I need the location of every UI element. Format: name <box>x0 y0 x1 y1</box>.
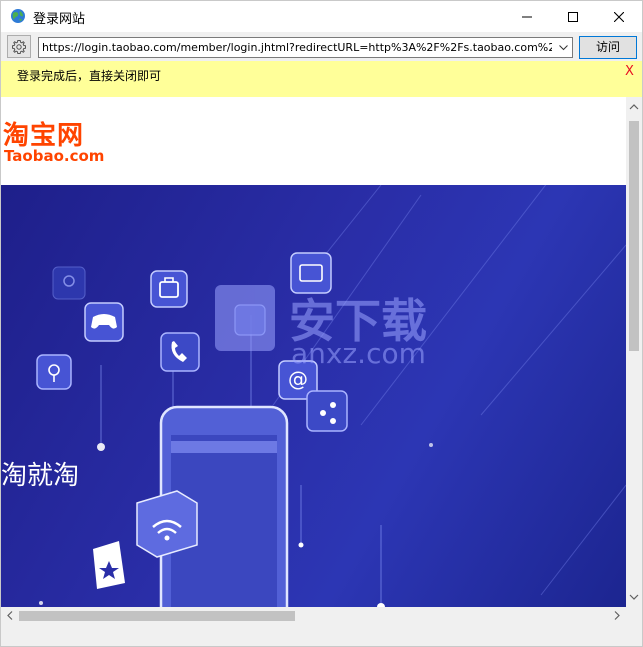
toolbar: https://login.taobao.com/member/login.jh… <box>1 32 642 61</box>
scrollbar-corner <box>626 607 642 624</box>
window-title: 登录网站 <box>33 12 86 27</box>
watermark-text-en: anxz.com <box>291 337 426 370</box>
url-combobox[interactable]: https://login.taobao.com/member/login.jh… <box>38 37 573 58</box>
gear-icon <box>12 39 26 54</box>
close-icon <box>614 11 624 22</box>
minimize-button[interactable] <box>504 1 550 32</box>
vertical-scrollbar[interactable] <box>626 97 642 607</box>
shopping-bag <box>93 541 125 589</box>
wifi-box <box>136 490 198 558</box>
scroll-up-icon[interactable] <box>626 99 642 115</box>
status-bar <box>1 624 642 646</box>
svg-text:@: @ <box>288 367 308 391</box>
vertical-scroll-thumb[interactable] <box>629 121 639 351</box>
title-bar[interactable]: 登录网站 <box>1 1 642 32</box>
app-icon-phone-call <box>160 332 200 372</box>
app-icon-bag <box>150 270 188 308</box>
banner-illustration: @ 安下载 anxz.com <box>36 185 626 607</box>
promo-banner: @ 安下载 anxz.com 淘就淘 <box>1 185 626 607</box>
visit-button[interactable]: 访问 <box>579 36 637 59</box>
scroll-right-icon[interactable] <box>609 607 625 624</box>
app-icon-map <box>52 266 86 300</box>
app-icon-flower <box>36 354 72 390</box>
minimize-icon <box>522 16 532 17</box>
url-dropdown-button[interactable] <box>555 38 572 57</box>
watermark: 安下载 anxz.com <box>215 285 427 370</box>
notice-bar: 登录完成后，直接关闭即可 X <box>1 61 642 97</box>
web-view[interactable]: 淘宝网 Taobao.com @ 安下载 anxz.com 淘就淘 <box>1 97 626 607</box>
app-icon-share <box>306 390 348 432</box>
app-icon-tv <box>290 252 332 294</box>
scroll-down-icon[interactable] <box>626 589 642 605</box>
close-button[interactable] <box>596 1 642 32</box>
scroll-left-icon[interactable] <box>2 607 18 624</box>
login-window: 登录网站 https://login.taobao.com/member/log… <box>0 0 643 647</box>
url-input[interactable]: https://login.taobao.com/member/login.jh… <box>42 41 552 54</box>
horizontal-scroll-thumb[interactable] <box>19 611 295 621</box>
banner-slogan: 淘就淘 <box>1 461 80 491</box>
maximize-button[interactable] <box>550 1 596 32</box>
app-icon-gamepad <box>84 302 124 342</box>
globe-icon <box>11 9 25 23</box>
maximize-icon <box>568 11 578 22</box>
chevron-down-icon <box>559 44 568 50</box>
settings-button[interactable] <box>7 35 31 58</box>
notice-close-button[interactable]: X <box>625 64 634 79</box>
horizontal-scrollbar[interactable] <box>1 607 626 624</box>
notice-text: 登录完成后，直接关闭即可 <box>17 69 162 83</box>
taobao-logo-en[interactable]: Taobao.com <box>4 147 104 165</box>
